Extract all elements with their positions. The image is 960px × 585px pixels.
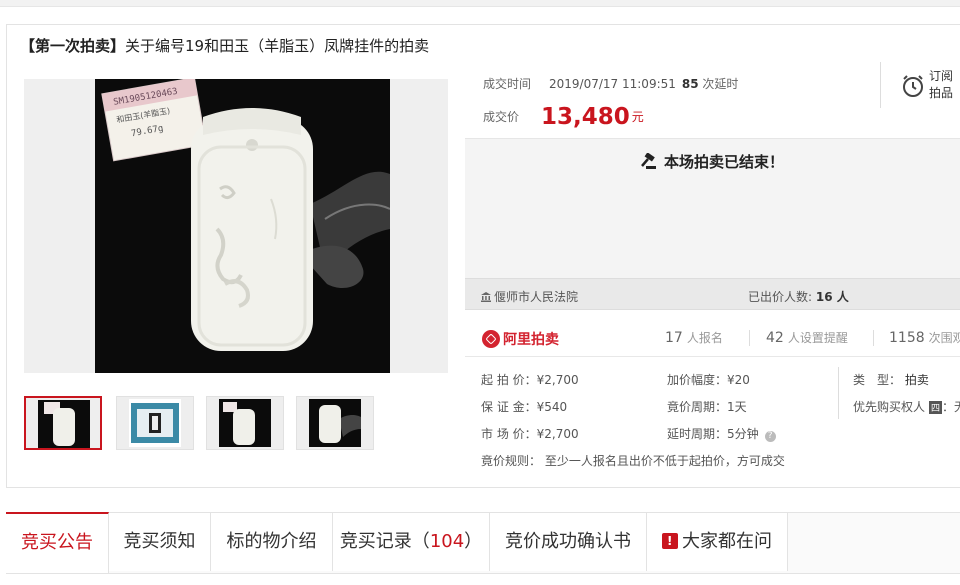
tab-bidding-notice[interactable]: 竞买须知 (109, 513, 211, 571)
jade-pendant-photo: SM1905120463 和田玉(羊脂玉) 79.67g (95, 79, 390, 373)
tab-confirmation[interactable]: 竞价成功确认书 (490, 513, 647, 571)
help-icon[interactable]: ? (764, 431, 776, 442)
param-bid-rule: 竟价规则： 至少一人报名且出价不低于起拍价，方可成交 (481, 454, 785, 468)
param-start-price: 起 拍 价：¥2,700 (481, 373, 579, 387)
thumbnail-4[interactable] (296, 396, 374, 450)
tab-item-introduction[interactable]: 标的物介绍 (211, 513, 333, 571)
court-building-icon (481, 292, 491, 302)
param-priority: 优先购买权人四：无 (853, 400, 960, 414)
stat-reminders: 42 人设置提醒 (766, 330, 848, 346)
bidders-count: 已出价人数: 16 人 (748, 290, 849, 304)
deal-time-row: 成交时间 2019/07/17 11:09:51 85 次延时 (483, 75, 738, 92)
court-name[interactable]: 偃师市人民法院 (481, 288, 578, 305)
deal-price-label: 成交价 (483, 110, 520, 124)
stat-views: 1158 次围观 (889, 330, 960, 346)
thumbnail-1[interactable] (24, 396, 102, 450)
alibaba-logo-icon (482, 329, 500, 348)
alarm-clock-icon (901, 74, 925, 102)
title-text: 关于编号19和田玉（羊脂玉）凤牌挂件的拍卖 (125, 37, 430, 55)
tab-bid-records[interactable]: 竞买记录（104） (333, 513, 490, 571)
auction-ended-banner: 本场拍卖已结束！ (465, 138, 960, 279)
subscribe-label: 订阅 拍品 (929, 69, 954, 100)
param-type: 类 型： 拍卖 (853, 373, 929, 387)
auction-parameters: 起 拍 价：¥2,700 保 证 金：¥540 市 场 价：¥2,700 加价幅… (465, 362, 960, 472)
param-increment: 加价幅度：¥20 (667, 373, 750, 387)
param-deposit: 保 证 金：¥540 (481, 400, 568, 414)
court-bar: 偃师市人民法院 已出价人数: 16 人 (465, 278, 960, 310)
delay-label: 次延时 (702, 77, 739, 91)
deal-price-row: 成交价 13,480 元 (483, 104, 644, 130)
top-divider (0, 0, 960, 7)
alibaba-auction-logo: 阿里拍卖 (482, 328, 559, 348)
param-market-price: 市 场 价：¥2,700 (481, 427, 579, 441)
tab-announcement[interactable]: 竞买公告 (6, 512, 109, 573)
priority-badge: 四 (929, 401, 943, 414)
tab-faq[interactable]: 大家都在问 (647, 512, 788, 571)
question-icon (662, 512, 678, 570)
deal-price-value: 13,480 (541, 104, 630, 130)
thumbnail-3[interactable] (206, 396, 284, 450)
deal-time-label: 成交时间 (483, 77, 532, 91)
subscribe-button[interactable]: 订阅 拍品 (880, 62, 960, 108)
deal-price-unit: 元 (631, 110, 644, 124)
param-delay-period: 延时周期：5分钟? (667, 425, 776, 442)
page-title: 【第一次拍卖】关于编号19和田玉（羊脂玉）凤牌挂件的拍卖 (20, 35, 429, 56)
ended-message: 本场拍卖已结束！ (640, 151, 784, 172)
stat-registered: 17 人报名 (665, 330, 723, 346)
param-bid-period: 竟价周期：1天 (667, 400, 747, 414)
tab-bar: 竞买公告 竞买须知 标的物介绍 竞买记录（104） 竞价成功确认书 大家都在问 (6, 512, 960, 574)
platform-stats: 阿里拍卖 17 人报名 42 人设置提醒 1158 次围观 (465, 320, 960, 357)
gavel-icon (641, 152, 656, 169)
deal-time-value: 2019/07/17 11:09:51 (549, 77, 676, 91)
title-prefix: 【第一次拍卖】 (20, 37, 126, 55)
delay-count: 85 (681, 77, 699, 91)
thumbnail-2[interactable] (116, 396, 194, 450)
main-product-image[interactable]: SM1905120463 和田玉(羊脂玉) 79.67g (24, 79, 448, 373)
